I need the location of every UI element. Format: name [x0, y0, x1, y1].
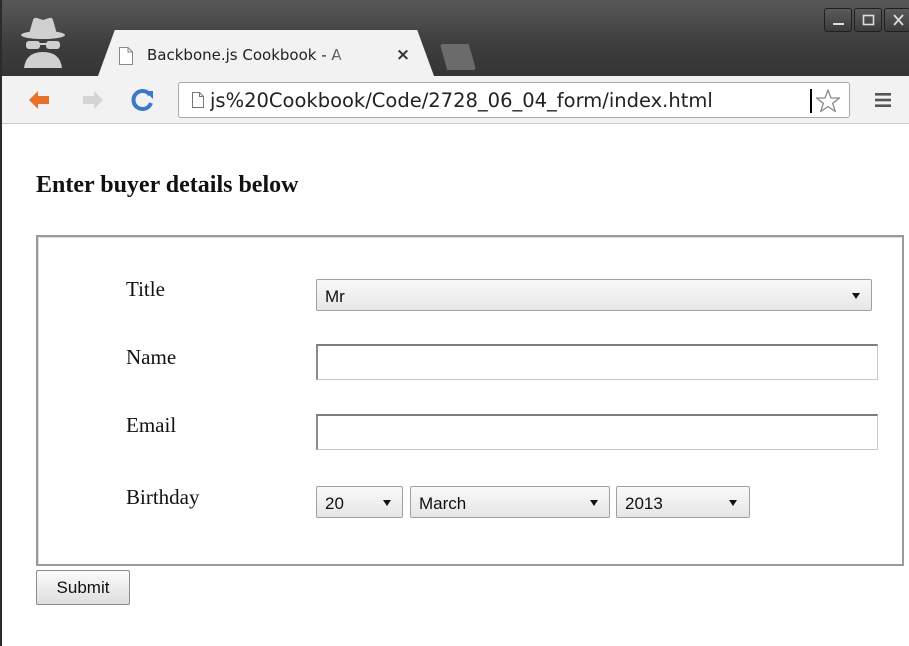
address-bar[interactable]: js%20Cookbook/Code/2728_06_04_form/index…	[178, 82, 850, 118]
email-field[interactable]	[316, 414, 878, 450]
url-text[interactable]: js%20Cookbook/Code/2728_06_04_form/index…	[210, 88, 810, 114]
birthday-day-value: 20	[325, 494, 344, 513]
birthday-year-value: 2013	[625, 494, 663, 513]
title-select-value: Mr	[325, 287, 345, 306]
page-icon	[192, 92, 204, 108]
maximize-icon	[862, 14, 875, 26]
star-icon[interactable]	[815, 88, 841, 114]
browser-window: Backbone.js Cookbook - A × js%20Cookbook…	[0, 0, 909, 646]
page-heading: Enter buyer details below	[36, 172, 299, 198]
tab-close-button[interactable]: ×	[395, 45, 411, 65]
close-icon	[893, 14, 904, 26]
page-icon	[119, 47, 133, 65]
browser-toolbar: js%20Cookbook/Code/2728_06_04_form/index…	[2, 76, 909, 124]
incognito-icon	[21, 17, 65, 68]
birthday-day-select[interactable]: 20	[316, 486, 403, 518]
name-label: Name	[126, 345, 177, 369]
buyer-form-fieldset: Title Mr Name Email Birthday 20 March 20…	[36, 235, 904, 566]
title-bar: Backbone.js Cookbook - A ×	[2, 0, 909, 76]
minimize-button[interactable]	[824, 8, 852, 32]
email-label: Email	[126, 413, 177, 437]
submit-button[interactable]: Submit	[36, 570, 130, 605]
dropdown-arrow-icon	[729, 500, 737, 506]
birthday-label: Birthday	[126, 485, 200, 509]
close-window-button[interactable]	[884, 8, 909, 32]
dropdown-arrow-icon	[383, 500, 391, 506]
minimize-icon	[833, 23, 844, 25]
maximize-button[interactable]	[854, 8, 882, 32]
tab-title: Backbone.js Cookbook - A	[147, 46, 342, 64]
new-tab-button[interactable]	[440, 44, 476, 70]
menu-icon[interactable]	[874, 91, 892, 109]
text-caret	[810, 89, 812, 113]
dropdown-arrow-icon	[590, 500, 598, 506]
birthday-month-value: March	[419, 494, 467, 513]
reload-icon[interactable]	[130, 88, 156, 112]
page-content: Enter buyer details below Title Mr Name …	[4, 124, 909, 646]
birthday-month-select[interactable]: March	[410, 486, 610, 518]
title-label: Title	[126, 277, 165, 301]
forward-arrow-icon[interactable]	[80, 88, 106, 112]
name-field[interactable]	[316, 344, 878, 380]
birthday-year-select[interactable]: 2013	[616, 486, 750, 518]
title-select[interactable]: Mr	[316, 279, 872, 311]
dropdown-arrow-icon	[852, 293, 860, 299]
back-arrow-icon[interactable]	[26, 88, 52, 112]
